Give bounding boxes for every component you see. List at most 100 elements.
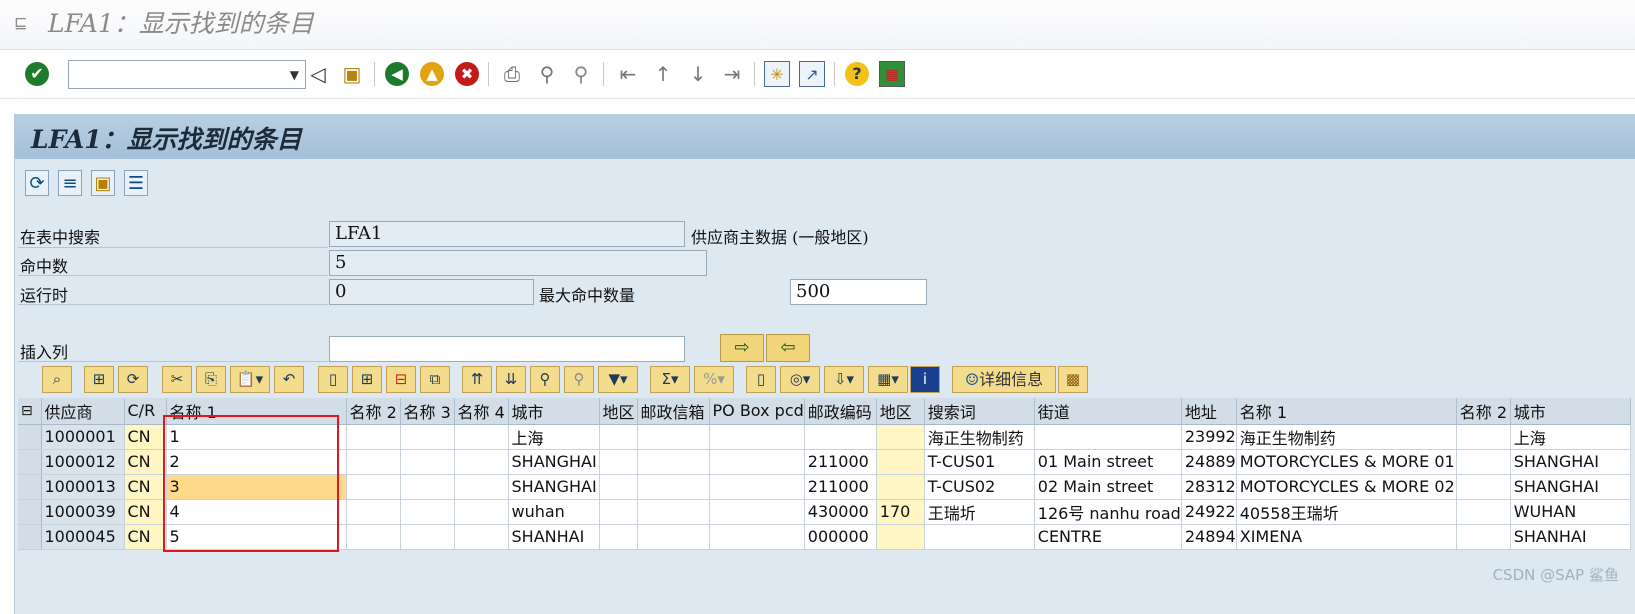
column-header[interactable]: 名称 2 — [346, 398, 401, 425]
table-cell[interactable] — [400, 474, 455, 500]
table-cell[interactable]: SHANGHAI — [1510, 474, 1631, 500]
column-header[interactable]: PO Box pcd — [709, 398, 805, 425]
back-triangle-icon[interactable]: ◁ — [305, 61, 331, 87]
cut-icon[interactable]: ✂ — [162, 366, 192, 393]
vendor-cell[interactable]: 1000013 — [41, 474, 125, 500]
export-icon[interactable]: ⇩▾ — [824, 366, 864, 393]
print-preview-icon[interactable]: ▯ — [746, 366, 776, 393]
insert-column-input[interactable] — [329, 336, 685, 362]
table-cell[interactable]: MOTORCYCLES & MORE 02 — [1236, 474, 1457, 500]
find-icon[interactable]: ⚲ — [534, 61, 560, 87]
column-header[interactable]: 城市 — [508, 398, 600, 425]
table-cell[interactable] — [1456, 449, 1511, 475]
table-row[interactable]: 1000013 CN 3 SHANGHAI 211000 T-CUS02 02 … — [18, 474, 1631, 500]
table-cell[interactable]: T-CUS01 — [924, 449, 1035, 475]
table-cell[interactable]: T-CUS02 — [924, 474, 1035, 500]
table-cell[interactable] — [346, 524, 401, 550]
table-cell[interactable] — [637, 449, 710, 475]
sum-icon[interactable]: Σ▾ — [650, 366, 690, 393]
cr-cell[interactable]: CN — [124, 499, 167, 525]
details-view-icon[interactable]: ⌕ — [42, 366, 72, 393]
find-next-icon[interactable]: ⚲ — [568, 61, 594, 87]
table-cell[interactable]: MOTORCYCLES & MORE 01 — [1236, 449, 1457, 475]
layout-icon[interactable]: ▦ — [879, 61, 905, 87]
column-header[interactable]: 地址 — [1181, 398, 1237, 425]
table-cell[interactable] — [1456, 424, 1511, 450]
table-cell[interactable]: 24922 — [1181, 499, 1237, 525]
table-cell[interactable] — [454, 524, 509, 550]
table-cell[interactable]: 430000 — [804, 499, 877, 525]
layout-select-icon[interactable]: ▦▾ — [868, 366, 908, 393]
insert-column-button[interactable]: ⇨ — [720, 334, 764, 362]
refresh-icon[interactable]: ⟳ — [25, 170, 49, 196]
row-selector[interactable] — [18, 424, 42, 450]
table-cell[interactable] — [599, 524, 638, 550]
table-cell[interactable]: 126号 nanhu road — [1034, 499, 1182, 525]
column-header[interactable]: 搜索词 — [924, 398, 1035, 425]
table-cell[interactable] — [346, 474, 401, 500]
table-row[interactable]: 1000045 CN 5 SHANHAI 000000 CENTRE 24894… — [18, 524, 1631, 550]
table-cell[interactable]: 000000 — [804, 524, 877, 550]
name1-cell[interactable]: 2 — [166, 449, 347, 475]
vendor-cell[interactable]: 1000039 — [41, 499, 125, 525]
table-cell[interactable] — [876, 449, 925, 475]
column-header[interactable]: 邮政编码 — [804, 398, 877, 425]
table-cell[interactable] — [346, 449, 401, 475]
table-cell[interactable] — [454, 474, 509, 500]
remove-column-button[interactable]: ⇦ — [766, 334, 810, 362]
table-cell[interactable] — [599, 449, 638, 475]
table-cell[interactable]: 上海 — [1510, 424, 1631, 450]
copy-icon[interactable]: ⎘ — [196, 366, 226, 393]
table-cell[interactable] — [709, 424, 805, 450]
table-cell[interactable] — [454, 424, 509, 450]
row-selector[interactable] — [18, 474, 42, 500]
last-page-icon[interactable]: ⇥ — [719, 61, 745, 87]
table-cell[interactable]: 24894 — [1181, 524, 1237, 550]
table-cell[interactable]: SHANGHAI — [508, 449, 600, 475]
table-cell[interactable]: 上海 — [508, 424, 600, 450]
column-header[interactable]: C/R — [124, 398, 167, 425]
insert-row-icon[interactable]: ⊞ — [352, 366, 382, 393]
paste-icon[interactable]: 📋▾ — [230, 366, 270, 393]
column-header[interactable]: 名称 3 — [400, 398, 455, 425]
duplicate-row-icon[interactable]: ⧉ — [420, 366, 450, 393]
table-row[interactable]: 1000001 CN 1 上海 海正生物制药 23992 海正生物制药 上海 — [18, 424, 1631, 450]
column-header[interactable]: 供应商 — [41, 398, 125, 425]
append-row-icon[interactable]: ▯ — [318, 366, 348, 393]
table-row[interactable]: 1000012 CN 2 SHANGHAI 211000 T-CUS01 01 … — [18, 449, 1631, 475]
table-cell[interactable] — [876, 424, 925, 450]
table-cell[interactable]: 24889 — [1181, 449, 1237, 475]
package-icon[interactable]: ▩ — [1058, 366, 1088, 393]
shortcut-icon[interactable]: ↗ — [799, 61, 825, 87]
column-header[interactable]: 地区 — [599, 398, 638, 425]
grid-find-icon[interactable]: ⚲ — [530, 366, 560, 393]
name1-cell[interactable]: 1 — [166, 424, 347, 450]
column-header[interactable]: 地区 — [876, 398, 925, 425]
new-session-icon[interactable]: ✳ — [764, 61, 790, 87]
table-cell[interactable] — [599, 499, 638, 525]
table-cell[interactable] — [346, 499, 401, 525]
name1-cell[interactable]: 5 — [166, 524, 347, 550]
row-selector[interactable] — [18, 524, 42, 550]
table-cell[interactable] — [400, 524, 455, 550]
save-icon[interactable]: ▣ — [339, 61, 365, 87]
row-selector[interactable] — [18, 449, 42, 475]
vendor-cell[interactable]: 1000045 — [41, 524, 125, 550]
column-header[interactable]: 城市 — [1510, 398, 1631, 425]
prev-page-icon[interactable]: ↑ — [650, 61, 676, 87]
table-cell[interactable]: 211000 — [804, 474, 877, 500]
select-fields-icon[interactable]: ≡ — [58, 170, 82, 196]
table-cell[interactable] — [1456, 474, 1511, 500]
table-cell[interactable] — [454, 449, 509, 475]
table-cell[interactable] — [637, 474, 710, 500]
table-cell[interactable]: 海正生物制药 — [1236, 424, 1457, 450]
detail-info-button[interactable]: ☺详细信息 — [952, 366, 1056, 393]
table-cell[interactable]: 23992 — [1181, 424, 1237, 450]
grid-find-next-icon[interactable]: ⚲ — [564, 366, 594, 393]
table-cell[interactable] — [876, 474, 925, 500]
sort-ascending-icon[interactable]: ⇈ — [462, 366, 492, 393]
refresh-grid-icon[interactable]: ⟳ — [118, 366, 148, 393]
table-cell[interactable]: XIMENA — [1236, 524, 1457, 550]
table-cell[interactable] — [400, 449, 455, 475]
table-cell[interactable]: 170 — [876, 499, 925, 525]
